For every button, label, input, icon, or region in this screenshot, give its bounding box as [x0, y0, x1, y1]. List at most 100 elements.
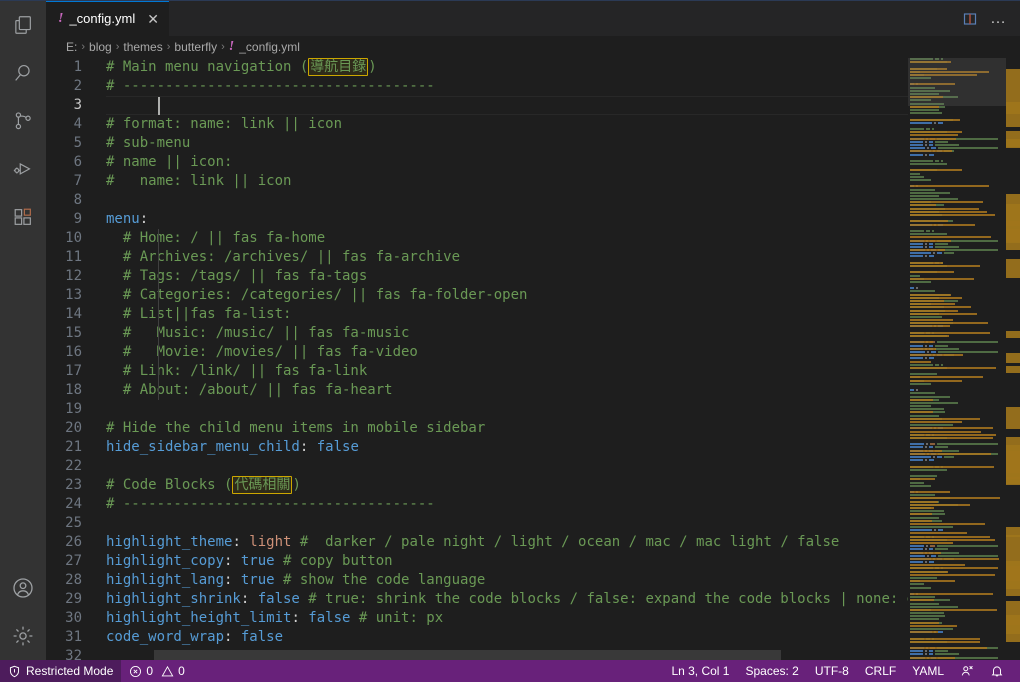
minimap-line [910, 465, 995, 468]
line-number: 24 [65, 496, 82, 512]
activity-item-source-control[interactable] [0, 97, 46, 145]
code-line[interactable]: 19 [46, 400, 908, 419]
minimap-line [910, 567, 998, 570]
code-line[interactable]: 6 # name || icon: [46, 153, 908, 172]
minimap-line [925, 548, 928, 551]
activity-item-account[interactable] [0, 564, 46, 612]
activity-item-search[interactable] [0, 49, 46, 97]
breadcrumb-separator: › [166, 41, 171, 53]
activity-item-manage[interactable] [0, 612, 46, 660]
code-lines[interactable]: 1 # Main menu navigation (導航目錄) 2 # -------… [46, 58, 908, 660]
code-line[interactable]: 24 # ------------------------------------… [46, 495, 908, 514]
code-line[interactable]: 31 code_word_wrap: false [46, 628, 908, 647]
code-line[interactable]: 30 highlight_height_limit: false # unit: … [46, 609, 908, 628]
code-line[interactable]: 11 # Archives: /archives/ || fas fa-arch… [46, 248, 908, 267]
status-encoding[interactable]: UTF-8 [807, 660, 857, 682]
code-line[interactable]: 29 highlight_shrink: false # true: shrink… [46, 590, 908, 609]
code-line[interactable]: 28 highlight_lang: true # show the code l… [46, 571, 908, 590]
code-line[interactable]: 15 # Music: /music/ || fas fa-music [46, 324, 908, 343]
minimap-line [910, 150, 952, 153]
status-language-mode[interactable]: YAML [904, 660, 952, 682]
status-eol[interactable]: CRLF [857, 660, 904, 682]
more-actions-icon[interactable]: … [990, 10, 1008, 26]
status-notifications[interactable] [982, 660, 1012, 682]
activity-item-run-and-debug[interactable] [0, 145, 46, 193]
minimap-line [910, 300, 945, 302]
breadcrumb-item-2[interactable]: themes [123, 40, 162, 54]
code-line[interactable]: 9 menu: [46, 210, 908, 229]
code-token: ) [368, 59, 377, 75]
horizontal-scrollbar[interactable] [154, 650, 781, 660]
minimap-line [910, 506, 935, 509]
overview-ruler[interactable] [1006, 58, 1020, 660]
code-line[interactable]: 27 highlight_copy: true # copy button [46, 552, 908, 571]
code-line[interactable]: 16 # Movie: /movies/ || fas fa-video [46, 343, 908, 362]
overview-ruler-mark [1006, 352, 1020, 363]
editor-tab-config-yml[interactable]: ! _config.yml ✕ [46, 1, 169, 36]
minimap-line [940, 159, 943, 162]
line-text: # Archives: /archives/ || fas fa-archive [92, 248, 460, 267]
code-line[interactable]: 17 # Link: /link/ || fas fa-link [46, 362, 908, 381]
minimap-line [935, 245, 959, 248]
line-number: 11 [65, 249, 82, 265]
code-line[interactable]: 26 highlight_theme: light # darker / pale… [46, 533, 908, 552]
code-line[interactable]: 2 # ------------------------------------- [46, 77, 908, 96]
breadcrumb-item-3[interactable]: butterfly [174, 40, 217, 54]
activity-item-explorer[interactable] [0, 1, 46, 49]
code-line[interactable]: 13 # Categories: /categories/ || fas fa-… [46, 286, 908, 305]
breadcrumb: E: › blog › themes › butterfly › ! _conf… [46, 36, 1020, 58]
minimap[interactable] [908, 58, 1020, 660]
minimap-line [929, 548, 934, 551]
code-line[interactable]: 4 # format: name: link || icon [46, 115, 908, 134]
overview-ruler-mark [1006, 365, 1020, 374]
code-line[interactable]: 21 hide_sidebar_menu_child: false [46, 438, 908, 457]
minimap-line [910, 481, 925, 484]
code-line[interactable]: 3 [46, 96, 908, 115]
code-line[interactable]: 23 # Code Blocks (代碼相關) [46, 476, 908, 495]
breadcrumb-item-file[interactable]: ! _config.yml [229, 39, 300, 55]
status-restricted-mode[interactable]: Restricted Mode [0, 660, 122, 682]
minimap-line [927, 147, 930, 150]
code-line[interactable]: 5 # sub-menu [46, 134, 908, 153]
minimap-line [910, 605, 958, 608]
code-line[interactable]: 1 # Main menu navigation (導航目錄) [46, 58, 908, 77]
minimap-line [910, 405, 931, 408]
code-line[interactable]: 14 # List||fas fa-list: [46, 305, 908, 324]
minimap-line [910, 392, 935, 395]
status-feedback[interactable] [952, 660, 982, 682]
code-scroll-region[interactable]: 1 # Main menu navigation (導航目錄) 2 # -------… [46, 58, 908, 660]
minimap-line [910, 198, 958, 201]
status-indentation[interactable]: Spaces: 2 [737, 660, 806, 682]
minimap-line [910, 239, 951, 242]
code-line[interactable]: 8 [46, 191, 908, 210]
overview-ruler-mark [1006, 450, 1020, 484]
status-problems[interactable]: 0 0 [121, 660, 192, 682]
minimap-line [910, 424, 953, 427]
status-cursor-position[interactable]: Ln 3, Col 1 [663, 660, 737, 682]
minimap-line [910, 516, 940, 519]
minimap-line [943, 252, 955, 255]
code-line[interactable]: 12 # Tags: /tags/ || fas fa-tags [46, 267, 908, 286]
bell-icon [990, 664, 1004, 678]
code-token: : [139, 211, 149, 227]
minimap-line [910, 303, 955, 306]
close-icon[interactable]: ✕ [147, 12, 159, 26]
minimap-line [927, 350, 930, 353]
minimap-line [935, 653, 959, 656]
activity-item-extensions[interactable] [0, 193, 46, 241]
code-line[interactable]: 22 [46, 457, 908, 476]
breadcrumb-item-1[interactable]: blog [89, 40, 112, 54]
minimap-line [910, 344, 924, 347]
code-line[interactable]: 25 [46, 514, 908, 533]
minimap-line [910, 545, 925, 548]
code-line[interactable]: 10 # Home: / || fas fa-home [46, 229, 908, 248]
breadcrumb-item-0[interactable]: E: [66, 40, 77, 54]
code-line[interactable]: 20 # Hide the child menu items in mobile … [46, 419, 908, 438]
minimap-slider[interactable] [908, 58, 1006, 106]
code-line[interactable]: 18 # About: /about/ || fas fa-heart [46, 381, 908, 400]
code-line[interactable]: 7 # name: link || icon [46, 172, 908, 191]
minimap-line [910, 335, 949, 338]
minimap-line [910, 586, 931, 589]
split-editor-icon[interactable] [962, 11, 978, 27]
minimap-line [910, 325, 951, 328]
